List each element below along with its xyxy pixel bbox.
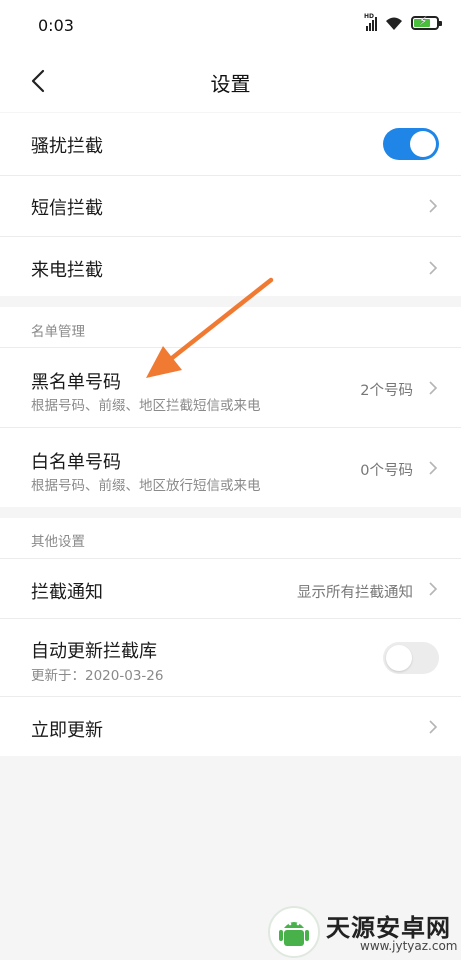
sms-interception-row[interactable]: 短信拦截	[0, 175, 461, 236]
harassment-interception-toggle[interactable]	[383, 128, 439, 160]
harassment-interception-row[interactable]: 骚扰拦截	[0, 113, 461, 175]
section-label: 其他设置	[31, 534, 85, 550]
auto-update-library-row[interactable]: 自动更新拦截库 更新于：2020-03-26	[0, 618, 461, 696]
list-management-group: 名单管理 黑名单号码 根据号码、前缀、地区拦截短信或来电 2个号码 白名单号码 …	[0, 307, 461, 507]
android-logo-icon	[268, 906, 320, 958]
other-settings-group: 其他设置 拦截通知 显示所有拦截通知 自动更新拦截库 更新于：2020-03-2…	[0, 518, 461, 756]
section-header: 名单管理	[0, 307, 461, 347]
update-now-row[interactable]: 立即更新	[0, 696, 461, 756]
watermark-name: 天源安卓网	[326, 914, 451, 942]
chevron-right-icon	[429, 582, 438, 596]
section-label: 名单管理	[31, 324, 85, 340]
watermark-url: www.jytyaz.com	[360, 939, 458, 953]
call-interception-row[interactable]: 来电拦截	[0, 236, 461, 296]
chevron-right-icon	[429, 720, 438, 734]
row-title: 白名单号码	[31, 452, 121, 473]
row-title: 自动更新拦截库	[31, 641, 157, 662]
blacklist-row[interactable]: 黑名单号码 根据号码、前缀、地区拦截短信或来电 2个号码	[0, 347, 461, 427]
row-value: 显示所有拦截通知	[297, 585, 413, 601]
status-time: 0:03	[38, 16, 74, 35]
row-title: 黑名单号码	[31, 372, 121, 393]
row-subtitle: 根据号码、前缀、地区拦截短信或来电	[31, 398, 261, 414]
chevron-right-icon	[429, 381, 438, 395]
auto-update-toggle[interactable]	[383, 642, 439, 674]
hd-badge: HD	[364, 13, 375, 20]
interception-group: 骚扰拦截 短信拦截 来电拦截	[0, 113, 461, 296]
row-subtitle: 根据号码、前缀、地区放行短信或来电	[31, 478, 261, 494]
row-value: 2个号码	[360, 383, 413, 399]
status-icons: HD ⚡	[364, 13, 442, 31]
watermark: 天源安卓网 www.jytyaz.com	[268, 904, 461, 960]
row-title: 来电拦截	[31, 260, 103, 281]
section-header: 其他设置	[0, 518, 461, 558]
chevron-right-icon	[429, 199, 438, 213]
signal-icon: HD	[364, 13, 377, 31]
title-bar: 设置	[0, 52, 461, 112]
row-title: 拦截通知	[31, 582, 103, 603]
whitelist-row[interactable]: 白名单号码 根据号码、前缀、地区放行短信或来电 0个号码	[0, 427, 461, 507]
battery-charging-icon: ⚡	[411, 15, 442, 30]
interception-notification-row[interactable]: 拦截通知 显示所有拦截通知	[0, 558, 461, 618]
wifi-icon	[386, 17, 402, 30]
page-title: 设置	[210, 72, 251, 96]
row-subtitle: 更新于：2020-03-26	[31, 668, 164, 684]
row-title: 骚扰拦截	[31, 136, 103, 157]
status-bar: 0:03 HD ⚡	[0, 0, 461, 52]
row-title: 短信拦截	[31, 198, 103, 219]
row-value: 0个号码	[360, 463, 413, 479]
chevron-right-icon	[429, 261, 438, 275]
row-title: 立即更新	[31, 720, 103, 741]
chevron-right-icon	[429, 461, 438, 475]
